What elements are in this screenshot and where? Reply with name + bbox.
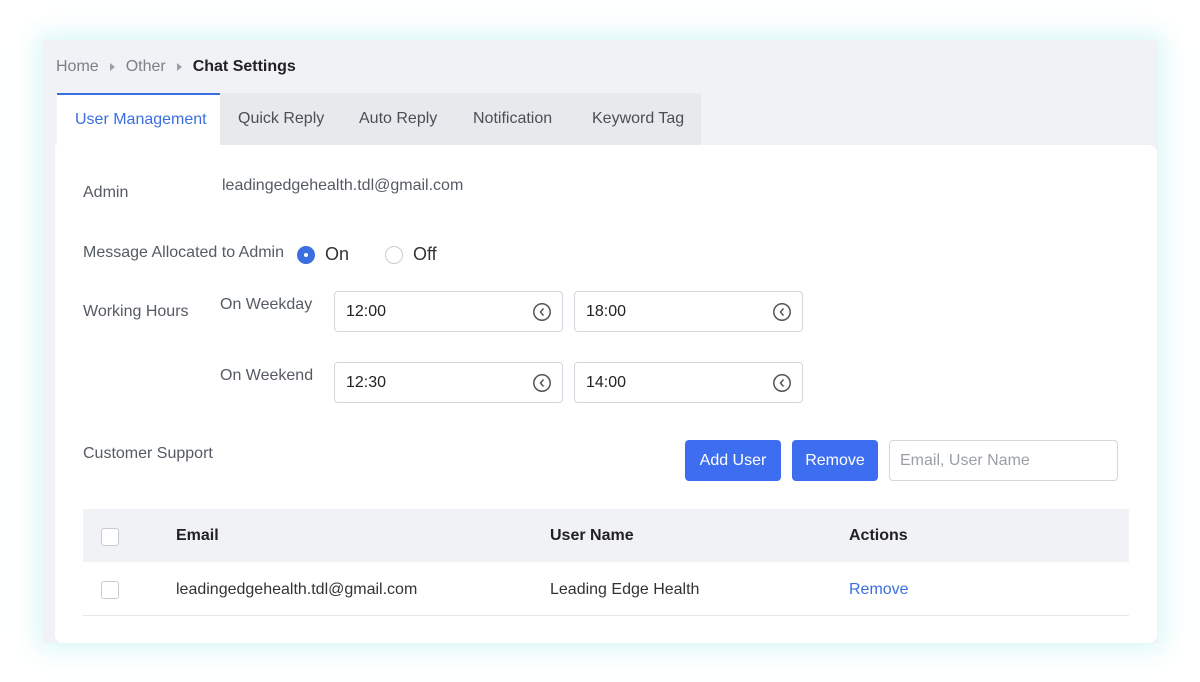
select-all-checkbox[interactable] — [101, 528, 119, 546]
tab-auto-reply[interactable]: Auto Reply — [341, 93, 455, 145]
table-row: leadingedgehealth.tdl@gmail.com Leading … — [83, 562, 1129, 616]
weekday-label: On Weekday — [220, 296, 313, 313]
radio-off-label: Off — [413, 244, 437, 264]
radio-on-indicator — [297, 245, 315, 264]
breadcrumb-other[interactable]: Other — [126, 58, 166, 76]
weekday-start-time-input[interactable]: 12:00 — [334, 291, 563, 332]
clock-icon — [533, 373, 551, 392]
breadcrumb-home[interactable]: Home — [56, 58, 99, 76]
tab-notification[interactable]: Notification — [455, 93, 574, 145]
row-email: leadingedgehealth.tdl@gmail.com — [176, 581, 418, 598]
caret-right-icon — [176, 63, 182, 71]
weekday-start-time-value: 12:00 — [346, 302, 387, 320]
column-header-actions: Actions — [849, 527, 908, 544]
column-header-user-name: User Name — [550, 527, 634, 544]
search-input[interactable] — [889, 440, 1118, 481]
message-allocated-label: Message Allocated to Admin — [83, 244, 285, 261]
weekend-label: On Weekend — [220, 367, 314, 384]
add-user-button[interactable]: Add User — [685, 440, 781, 481]
remove-button[interactable]: Remove — [792, 440, 878, 481]
radio-off-indicator — [385, 245, 403, 264]
admin-label: Admin — [83, 184, 129, 201]
weekday-end-time-value: 18:00 — [586, 302, 627, 320]
admin-email: leadingedgehealth.tdl@gmail.com — [222, 177, 464, 194]
tab-keyword-tag[interactable]: Keyword Tag — [574, 93, 701, 145]
row-checkbox[interactable] — [101, 581, 119, 599]
caret-right-icon — [109, 63, 115, 71]
working-hours-label: Working Hours — [83, 303, 189, 320]
radio-off[interactable]: Off — [385, 244, 437, 265]
weekday-end-time-input[interactable]: 18:00 — [574, 291, 803, 332]
weekend-start-time-input[interactable]: 12:30 — [334, 362, 563, 403]
column-header-email: Email — [176, 527, 219, 544]
weekend-end-time-input[interactable]: 14:00 — [574, 362, 803, 403]
clock-icon — [533, 302, 551, 321]
radio-on-label: On — [325, 244, 350, 264]
row-user-name: Leading Edge Health — [550, 581, 700, 598]
customer-support-label: Customer Support — [83, 445, 213, 462]
tab-quick-reply[interactable]: Quick Reply — [220, 93, 341, 145]
clock-icon — [773, 302, 791, 321]
weekend-end-time-value: 14:00 — [586, 373, 627, 391]
breadcrumb: Home Other Chat Settings — [56, 57, 296, 77]
tab-bar: User Management Quick Reply Auto Reply N… — [57, 93, 701, 145]
weekend-start-time-value: 12:30 — [346, 373, 387, 391]
clock-icon — [773, 373, 791, 392]
table-header: Email User Name Actions — [83, 509, 1129, 562]
radio-on[interactable]: On — [297, 244, 349, 265]
breadcrumb-current: Chat Settings — [192, 58, 296, 75]
tab-user-management[interactable]: User Management — [57, 93, 220, 145]
row-remove-link[interactable]: Remove — [849, 581, 909, 599]
